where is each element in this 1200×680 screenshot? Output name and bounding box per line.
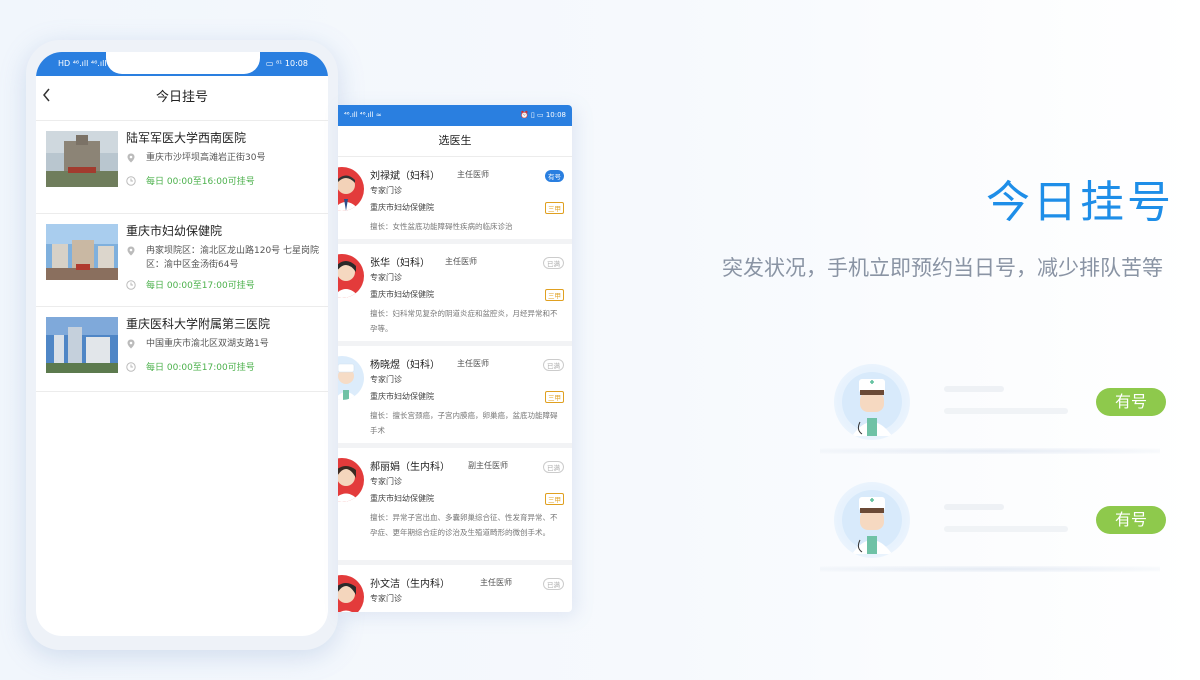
availability-badge: 已满: [543, 257, 564, 269]
doctor-title: 副主任医师: [468, 461, 508, 470]
placeholder-line: [944, 526, 1068, 532]
status-signal: ⁴⁶.ıll ⁴⁶.ıll ≈: [344, 111, 382, 119]
available-pill[interactable]: 有号: [1096, 506, 1166, 534]
grade-badge: 三甲: [545, 202, 564, 214]
doctor-specialty: 擅长：妇科常见复杂的阴道炎症和盆腔炎，月经异常和不孕等。: [370, 309, 558, 333]
grade-badge: 三甲: [545, 493, 564, 505]
phone-screen: HD ⁴⁶.ıll ⁴⁶.ıll ▭ ⁸¹ 10:08 今日挂号 陆军军医大学西…: [36, 52, 328, 636]
clock-icon: [126, 280, 136, 290]
location-icon: [127, 339, 135, 349]
placeholder-line: [944, 408, 1068, 414]
hospital-hours: 每日 00:00至17:00可挂号: [146, 363, 255, 373]
doctor-hospital: 重庆市妇幼保健院: [370, 203, 434, 212]
doctor-illustration-card: 有号: [820, 364, 1180, 456]
grade-badge: 三甲: [545, 391, 564, 403]
hospital-name: 重庆医科大学附属第三医院: [126, 317, 271, 331]
doctor-name: 张华（妇科）: [370, 258, 430, 269]
hospital-address: 冉家坝院区：渝北区龙山路120号 七星岗院区：渝中区金汤街64号: [146, 246, 320, 270]
hero-title: 今日挂号: [986, 177, 1174, 228]
doctor-avatar: [338, 575, 364, 612]
status-time: ▭ ⁸¹ 10:08: [265, 59, 308, 68]
doctor-name: 杨晓煜（妇科）: [370, 360, 440, 371]
nav-bar: 选医生: [338, 126, 572, 157]
placeholder-line: [944, 504, 1004, 510]
location-icon: [127, 246, 135, 256]
doctor-title: 主任医师: [457, 170, 489, 179]
doctor-item[interactable]: 张华（妇科） 主任医师 已满 专家门诊 重庆市妇幼保健院 三甲 擅长：妇科常见复…: [338, 244, 572, 346]
doctor-item[interactable]: 杨晓煜（妇科） 主任医师 已满 专家门诊 重庆市妇幼保健院 三甲 擅长：擅长宫颈…: [338, 346, 572, 448]
availability-badge: 已满: [543, 359, 564, 371]
page-title: 今日挂号: [155, 90, 208, 105]
doctor-item[interactable]: 刘禄斌（妇科） 主任医师 有号 专家门诊 重庆市妇幼保健院 三甲 擅长：女性盆底…: [338, 157, 572, 244]
availability-badge: 有号: [545, 170, 564, 182]
page-title: 选医生: [438, 134, 472, 147]
doctor-item[interactable]: 孙文洁（生内科） 主任医师 已满 专家门诊: [338, 565, 572, 612]
doctor-title: 主任医师: [445, 257, 477, 266]
hospital-photo: [46, 131, 118, 187]
availability-badge: 已满: [543, 461, 564, 473]
hospital-item[interactable]: 陆军军医大学西南医院 重庆市沙坪坝高滩岩正街30号 每日 00:00至16:00…: [36, 121, 328, 214]
hospital-item[interactable]: 重庆市妇幼保健院 冉家坝院区：渝北区龙山路120号 七星岗院区：渝中区金汤街64…: [36, 214, 328, 307]
hospital-hours: 每日 00:00至17:00可挂号: [146, 281, 255, 291]
doctor-title: 主任医师: [480, 578, 512, 587]
doctor-illustration: [834, 482, 910, 558]
clinic-type: 专家门诊: [370, 594, 402, 603]
doctor-name: 孙文洁（生内科）: [370, 579, 450, 590]
clinic-type: 专家门诊: [370, 273, 402, 282]
clock-icon: [126, 176, 136, 186]
hospital-item[interactable]: 重庆医科大学附属第三医院 中国重庆市渝北区双湖支路1号 每日 00:00至17:…: [36, 307, 328, 392]
doctor-title: 主任医师: [457, 359, 489, 368]
hospital-hours: 每日 00:00至16:00可挂号: [146, 177, 255, 187]
hospital-address: 中国重庆市渝北区双湖支路1号: [146, 339, 269, 349]
card-shadow: [820, 566, 1160, 572]
doctor-name: 刘禄斌（妇科）: [370, 171, 440, 182]
hospital-list: 陆军军医大学西南医院 重庆市沙坪坝高滩岩正街30号 每日 00:00至16:00…: [36, 121, 328, 392]
card-shadow: [820, 448, 1160, 454]
hospital-address: 重庆市沙坪坝高滩岩正街30号: [146, 153, 266, 163]
clock-icon: [126, 362, 136, 372]
hero-subtitle: 突发状况，手机立即预约当日号，减少排队苦等: [722, 256, 1163, 280]
doctor-avatar: [338, 458, 364, 502]
clinic-type: 专家门诊: [370, 477, 402, 486]
hospital-photo: [46, 317, 118, 373]
phone-mockup-hospitals: HD ⁴⁶.ıll ⁴⁶.ıll ▭ ⁸¹ 10:08 今日挂号 陆军军医大学西…: [26, 40, 338, 650]
doctor-specialty: 擅长：女性盆底功能障碍性疾病的临床诊治: [370, 222, 513, 231]
doctor-hospital: 重庆市妇幼保健院: [370, 290, 434, 299]
location-icon: [127, 153, 135, 163]
doctor-avatar: [338, 356, 364, 400]
hospital-name: 陆军军医大学西南医院: [126, 131, 247, 145]
doctor-item[interactable]: 郝丽娟（生内科） 副主任医师 已满 专家门诊 重庆市妇幼保健院 三甲 擅长：异常…: [338, 448, 572, 565]
clinic-type: 专家门诊: [370, 186, 402, 195]
doctor-list: 刘禄斌（妇科） 主任医师 有号 专家门诊 重庆市妇幼保健院 三甲 擅长：女性盆底…: [338, 157, 572, 612]
doctor-hospital: 重庆市妇幼保健院: [370, 392, 434, 401]
doctor-illustration-card: 有号: [820, 482, 1180, 574]
doctor-specialty: 擅长：擅长宫颈癌，子宫内膜癌，卵巢癌，盆底功能障碍手术: [370, 411, 558, 435]
grade-badge: 三甲: [545, 289, 564, 301]
hospital-name: 重庆市妇幼保健院: [126, 224, 223, 238]
status-bar: ⁴⁶.ıll ⁴⁶.ıll ≈ ⏰ ▯ ▭ 10:08: [338, 105, 572, 126]
available-pill[interactable]: 有号: [1096, 388, 1166, 416]
doctor-avatar: [338, 167, 364, 211]
status-time: ⏰ ▯ ▭ 10:08: [519, 111, 566, 119]
doctor-illustration: [834, 364, 910, 440]
doctor-avatar: [338, 254, 364, 298]
clinic-type: 专家门诊: [370, 375, 402, 384]
availability-badge: 已满: [543, 578, 564, 590]
hospital-photo: [46, 224, 118, 280]
phone-screen-doctors: ⁴⁶.ıll ⁴⁶.ıll ≈ ⏰ ▯ ▭ 10:08 选医生 刘禄斌（妇科） …: [338, 105, 572, 612]
nav-bar: 今日挂号: [36, 76, 328, 121]
status-signal: HD ⁴⁶.ıll ⁴⁶.ıll: [58, 59, 107, 68]
doctor-specialty: 擅长：异常子宫出血、多囊卵巢综合征、性发育异常、不孕症、更年期综合症的诊治及生殖…: [370, 513, 558, 537]
doctor-name: 郝丽娟（生内科）: [370, 462, 450, 473]
phone-notch: [106, 52, 260, 74]
doctor-hospital: 重庆市妇幼保健院: [370, 494, 434, 503]
placeholder-line: [944, 386, 1004, 392]
